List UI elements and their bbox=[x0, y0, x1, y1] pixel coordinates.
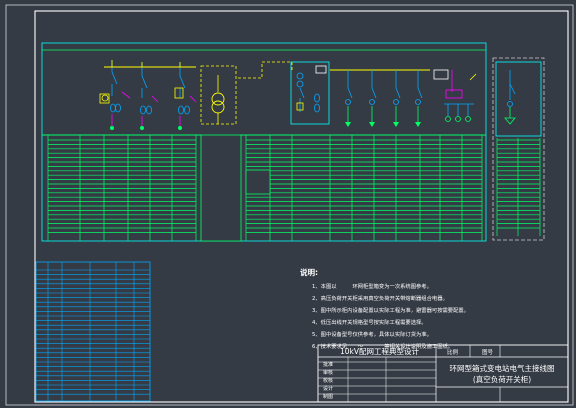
notes-heading: 说明: bbox=[300, 267, 318, 277]
field-label-5: 制图 bbox=[323, 393, 333, 400]
field-label-2: 审核 bbox=[323, 369, 333, 376]
field-label-1: 批准 bbox=[323, 361, 333, 368]
note-item-5: 5、图中设备型号仅供参考，具体以实际订货为准。 bbox=[312, 330, 432, 338]
project-name: 10kV配网工程典型设计 bbox=[340, 346, 420, 356]
note-item-3: 3、图中所示柜内设备配置以实际工程为准，避雷器可按需要配置。 bbox=[312, 306, 469, 314]
note-item-1: 1、本图以 环网柜型箱变为一次系统图参考。 bbox=[312, 282, 432, 290]
field-label-4: 设计 bbox=[323, 385, 333, 392]
schedule-gap-column bbox=[200, 134, 242, 242]
sheet-label: 图号 bbox=[482, 348, 494, 356]
note-item-2: 2、高压负荷开关柜采用真空负荷开关带熔断器组合电器。 bbox=[312, 294, 448, 302]
scale-label: 比例 bbox=[447, 348, 459, 356]
single-line-diagram: 说明: 1、本图以 环网柜型箱变为一次系统图参考。 2、高压负荷开关柜采用真空负… bbox=[0, 0, 576, 408]
field-label-3: 校核 bbox=[323, 377, 333, 384]
schedule-blank-cell bbox=[245, 169, 271, 195]
note-item-4: 4、低压出线开关规格型号按实际工程需要选择。 bbox=[312, 318, 427, 326]
drawing-title-line-1: 环网型箱式变电站电气主接线图 bbox=[450, 363, 555, 373]
drawing-background bbox=[0, 0, 576, 408]
drawing-title-line-2: (真空负荷开关柜) bbox=[473, 374, 531, 384]
